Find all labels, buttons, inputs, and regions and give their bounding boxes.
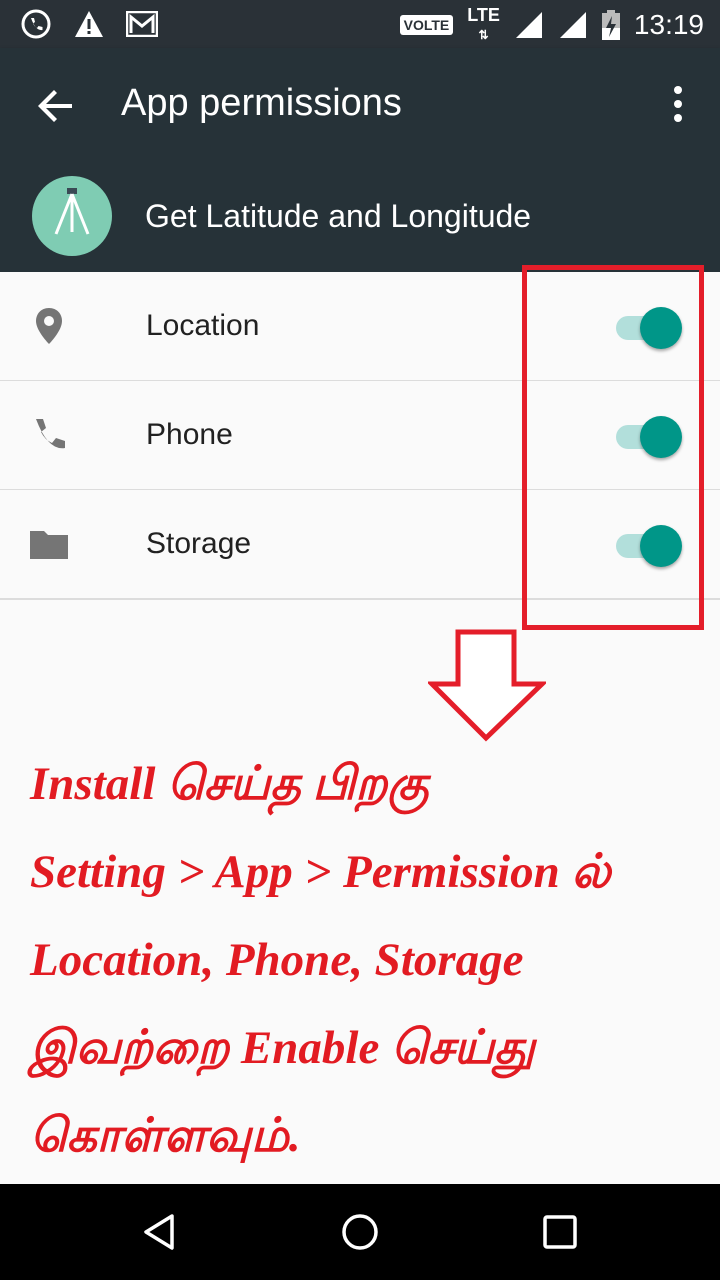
app-icon <box>32 176 112 256</box>
app-name: Get Latitude and Longitude <box>145 198 532 234</box>
annotation-line: இவற்றை Enable செய்து <box>30 1022 535 1074</box>
status-bar: VOLTE LTE ⇅ 13:19 <box>0 0 720 48</box>
nav-back-icon[interactable] <box>140 1212 180 1252</box>
navigation-bar <box>0 1184 720 1280</box>
whatsapp-call-icon <box>21 9 51 39</box>
nav-home-icon[interactable] <box>340 1212 380 1252</box>
annotation-line: Location, Phone, Storage <box>30 934 524 986</box>
permission-label: Phone <box>146 418 233 451</box>
annotation-line: Setting > App > Permission ல் <box>30 846 611 898</box>
gmail-icon <box>126 11 158 37</box>
annotation-line: கொள்ளவும். <box>30 1110 301 1162</box>
permission-label: Location <box>146 309 260 342</box>
lte-icon: LTE ⇅ <box>467 5 500 42</box>
signal-icon <box>515 12 542 38</box>
tripod-icon <box>54 188 90 235</box>
phone-icon <box>36 419 65 449</box>
annotation-line: Install செய்த பிறகு <box>30 758 429 810</box>
page-title: App permissions <box>121 82 402 124</box>
volte-icon: VOLTE <box>399 15 454 35</box>
location-pin-icon <box>36 308 62 344</box>
annotation-text: Install செய்த பிறகு Setting > App > Perm… <box>30 740 710 1180</box>
highlight-box <box>522 265 704 630</box>
down-arrow-icon <box>428 629 546 742</box>
status-time: 13:19 <box>633 9 704 40</box>
signal-icon <box>559 12 586 38</box>
more-vert-icon[interactable] <box>666 84 690 124</box>
folder-icon <box>30 531 68 559</box>
warning-icon <box>75 11 103 37</box>
app-bar: App permissions <box>0 48 720 160</box>
nav-recents-icon[interactable] <box>540 1212 580 1252</box>
app-header: Get Latitude and Longitude <box>0 160 720 272</box>
battery-charging-icon <box>601 10 620 40</box>
permission-label: Storage <box>146 527 252 560</box>
back-arrow-icon[interactable] <box>32 82 80 130</box>
